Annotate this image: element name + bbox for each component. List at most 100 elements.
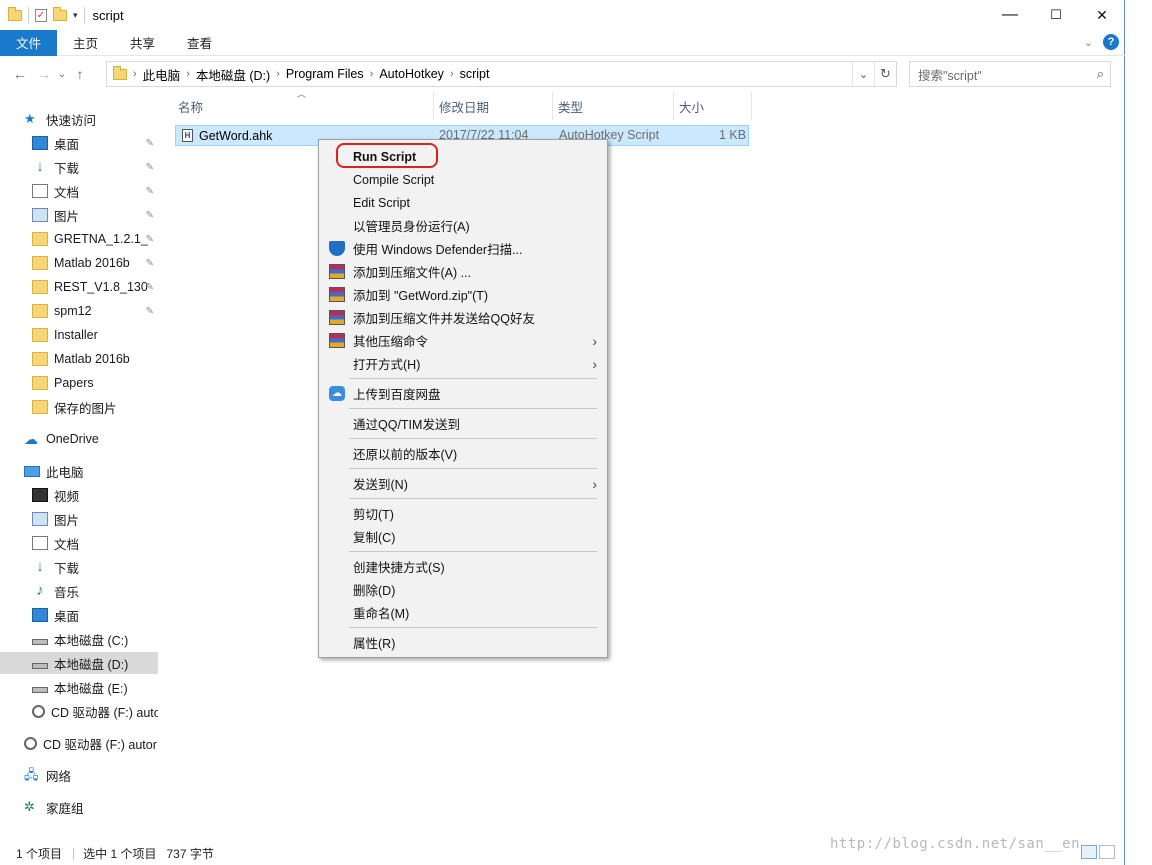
column-header-modified[interactable]: 修改日期 [439, 92, 489, 120]
properties-icon[interactable]: ✓ [35, 8, 47, 22]
nav-item-gretna[interactable]: GRETNA_1.2.1_ ✎ [32, 228, 158, 250]
chevron-down-icon[interactable]: ⌄ [852, 62, 874, 86]
breadcrumb-drive-d[interactable]: 本地磁盘 (D:) [190, 65, 276, 84]
up-button[interactable]: ↑ [68, 66, 92, 82]
refresh-icon[interactable]: ↻ [874, 62, 896, 86]
column-divider[interactable] [751, 92, 752, 120]
nav-quick-access[interactable]: ★ 快速访问 [24, 108, 158, 130]
address-bar[interactable]: › 此电脑 › 本地磁盘 (D:) › Program Files › Auto… [106, 61, 897, 87]
menu-item-add-archive[interactable]: 添加到压缩文件(A) ... [319, 260, 607, 283]
nav-item-pictures[interactable]: 图片 ✎ [32, 204, 158, 226]
address-row: ← → ⌄ ↑ › 此电脑 › 本地磁盘 (D:) › Program File… [0, 59, 1125, 89]
menu-item-delete[interactable]: 删除(D) [319, 578, 607, 601]
pin-icon[interactable]: ✎ [146, 234, 154, 245]
winrar-icon [329, 333, 345, 348]
menu-label: 其他压缩命令 [353, 335, 429, 349]
nav-item-desktop[interactable]: 桌面 ✎ [32, 132, 158, 154]
menu-item-restore-versions[interactable]: 还原以前的版本(V) [319, 442, 607, 465]
tab-home[interactable]: 主页 [57, 30, 114, 56]
column-header-name[interactable]: 名称 [178, 92, 203, 120]
nav-item-rest[interactable]: REST_V1.8_130 ✎ [32, 276, 158, 298]
menu-item-cut[interactable]: 剪切(T) [319, 502, 607, 525]
column-header-type[interactable]: 类型 [558, 92, 583, 120]
breadcrumb-this-pc[interactable]: 此电脑 [137, 65, 187, 84]
nav-item-matlab-pinned[interactable]: Matlab 2016b ✎ [32, 252, 158, 274]
nav-item-downloads[interactable]: ↓ 下载 ✎ [32, 156, 158, 178]
pin-icon[interactable]: ✎ [146, 162, 154, 173]
cd-drive-icon [24, 736, 37, 750]
nav-cd-drive[interactable]: CD 驱动器 (F:) autor [24, 732, 158, 754]
back-button[interactable]: ← [8, 66, 32, 82]
pin-icon[interactable]: ✎ [146, 186, 154, 197]
menu-item-properties[interactable]: 属性(R) [319, 631, 607, 654]
nav-onedrive[interactable]: ☁ OneDrive [24, 428, 158, 450]
nav-item-music[interactable]: ♪ 音乐 [32, 580, 158, 602]
menu-item-qq-tim-send[interactable]: 通过QQ/TIM发送到 [319, 412, 607, 435]
nav-network[interactable]: 🖧 网络 [24, 764, 158, 786]
help-icon[interactable]: ? [1103, 34, 1119, 50]
menu-item-send-to[interactable]: 发送到(N) › [319, 472, 607, 495]
menu-item-edit-script[interactable]: Edit Script [319, 191, 607, 214]
column-divider[interactable] [433, 92, 434, 120]
nav-item-pc-desktop[interactable]: 桌面 [32, 604, 158, 626]
menu-item-defender-scan[interactable]: 使用 Windows Defender扫描... [319, 237, 607, 260]
nav-item-pc-pictures[interactable]: 图片 [32, 508, 158, 530]
pin-icon[interactable]: ✎ [146, 138, 154, 149]
tab-file[interactable]: 文件 [0, 29, 58, 56]
pin-icon[interactable]: ✎ [146, 282, 154, 293]
customize-toolbar-icon[interactable]: ▾ [73, 10, 78, 21]
nav-item-videos[interactable]: 视频 [32, 484, 158, 506]
tab-view[interactable]: 查看 [171, 30, 228, 56]
menu-item-add-send-qq[interactable]: 添加到压缩文件并发送给QQ好友 [319, 306, 607, 329]
menu-label: 添加到压缩文件(A) ... [353, 266, 472, 280]
recent-locations-icon[interactable]: ⌄ [56, 69, 68, 80]
expand-ribbon-icon[interactable]: ⌄ [1084, 36, 1093, 49]
nav-label: 本地磁盘 (C:) [54, 633, 129, 648]
menu-item-run-as-admin[interactable]: 以管理员身份运行(A) [319, 214, 607, 237]
menu-item-copy[interactable]: 复制(C) [319, 525, 607, 548]
pin-icon[interactable]: ✎ [146, 306, 154, 317]
breadcrumb-autohotkey[interactable]: AutoHotkey [373, 67, 450, 81]
nav-item-papers[interactable]: Papers [32, 372, 158, 394]
nav-item-saved-pictures[interactable]: 保存的图片 [32, 396, 158, 418]
nav-item-pc-downloads[interactable]: ↓ 下载 [32, 556, 158, 578]
nav-item-installer[interactable]: Installer [32, 324, 158, 346]
breadcrumb-program-files[interactable]: Program Files [280, 67, 370, 81]
nav-item-drive-d[interactable]: 本地磁盘 (D:) [0, 652, 158, 674]
pin-icon[interactable]: ✎ [146, 258, 154, 269]
forward-button[interactable]: → [32, 66, 56, 82]
nav-item-spm12[interactable]: spm12 ✎ [32, 300, 158, 322]
column-header-size[interactable]: 大小 [679, 92, 704, 120]
details-view-icon[interactable] [1081, 845, 1097, 859]
column-divider[interactable] [552, 92, 553, 120]
nav-item-documents[interactable]: 文档 ✎ [32, 180, 158, 202]
maximize-button[interactable]: ☐ [1033, 0, 1079, 30]
nav-item-cd-f[interactable]: CD 驱动器 (F:) auto [32, 700, 158, 722]
download-icon: ↓ [36, 158, 44, 175]
menu-item-rename[interactable]: 重命名(M) [319, 601, 607, 624]
search-input[interactable]: 搜索"script" ⌕ [909, 61, 1111, 87]
nav-item-drive-e[interactable]: 本地磁盘 (E:) [32, 676, 158, 698]
nav-label: 音乐 [54, 585, 80, 600]
menu-item-open-with[interactable]: 打开方式(H) › [319, 352, 607, 375]
nav-homegroup[interactable]: ✲ 家庭组 [24, 796, 158, 818]
nav-item-pc-documents[interactable]: 文档 [32, 532, 158, 554]
nav-item-drive-c[interactable]: 本地磁盘 (C:) [32, 628, 158, 650]
search-icon[interactable]: ⌕ [1097, 66, 1104, 82]
menu-item-add-zip[interactable]: 添加到 "GetWord.zip"(T) [319, 283, 607, 306]
pin-icon[interactable]: ✎ [146, 210, 154, 221]
sort-ascending-icon: ︿ [297, 89, 307, 99]
menu-item-compile-script[interactable]: Compile Script [319, 168, 607, 191]
breadcrumb-script[interactable]: script [454, 67, 496, 81]
new-folder-icon[interactable] [53, 6, 67, 21]
large-icons-view-icon[interactable] [1099, 845, 1115, 859]
menu-item-baidu-upload[interactable]: ☁ 上传到百度网盘 [319, 382, 607, 405]
menu-item-other-compress[interactable]: 其他压缩命令 › [319, 329, 607, 352]
minimize-button[interactable]: — [987, 0, 1033, 30]
nav-item-matlab[interactable]: Matlab 2016b [32, 348, 158, 370]
tab-share[interactable]: 共享 [114, 30, 171, 56]
nav-this-pc[interactable]: 此电脑 [24, 460, 158, 482]
menu-item-create-shortcut[interactable]: 创建快捷方式(S) [319, 555, 607, 578]
column-divider[interactable] [673, 92, 674, 120]
close-button[interactable]: ✕ [1079, 0, 1125, 30]
